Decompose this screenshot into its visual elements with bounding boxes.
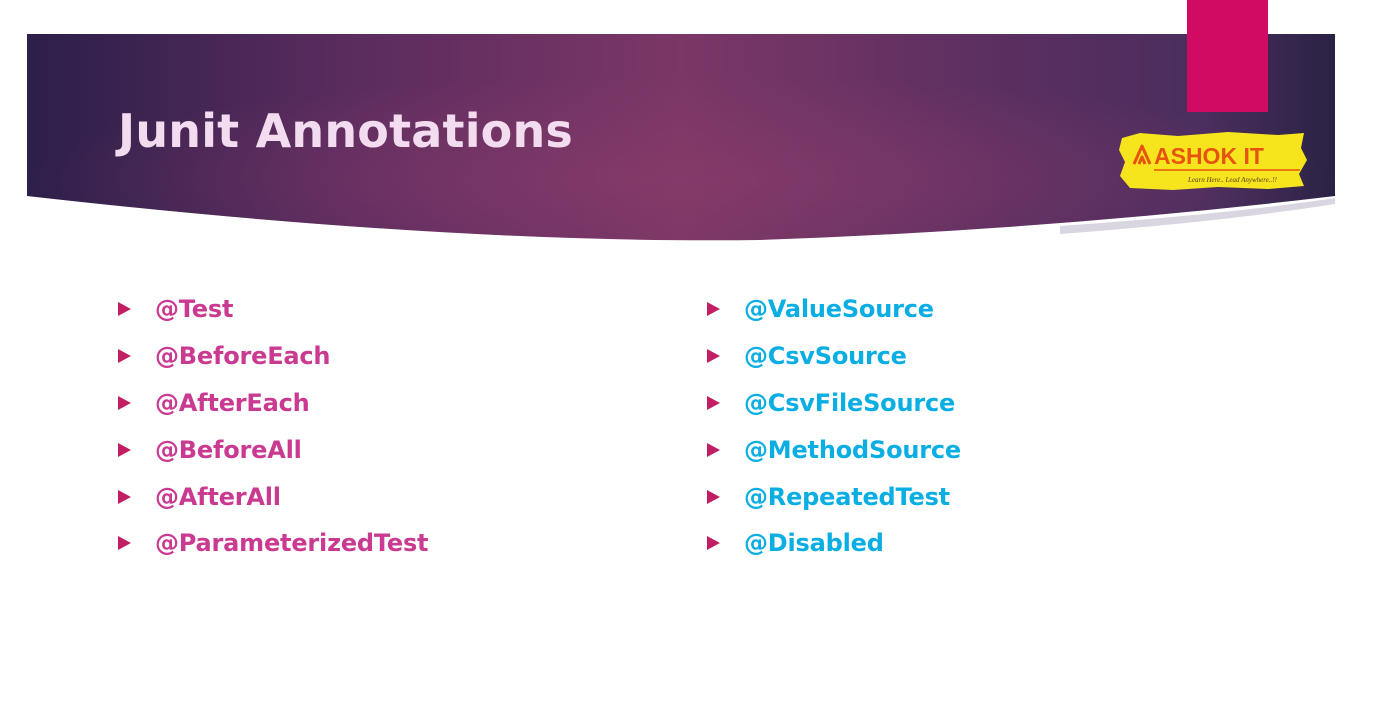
annotation-label: @ParameterizedTest	[155, 529, 429, 558]
bullet-arrow-icon	[118, 349, 131, 364]
bullet-arrow-icon	[707, 489, 720, 504]
ashok-it-logo: ASHOK IT Learn Here.. Lead Anywhere..!!	[1119, 132, 1307, 190]
bullet-arrow-icon	[118, 395, 131, 410]
list-item: @ValueSource	[707, 286, 961, 333]
svg-text:Learn Here.. Lead Anywhere..!!: Learn Here.. Lead Anywhere..!!	[1187, 176, 1278, 184]
bullet-arrow-icon	[707, 302, 720, 317]
list-item: @ParameterizedTest	[118, 520, 429, 567]
annotation-label: @BeforeAll	[155, 435, 302, 464]
bullet-arrow-icon	[707, 395, 720, 410]
bullet-arrow-icon	[707, 536, 720, 551]
list-item: @BeforeEach	[118, 333, 428, 380]
list-item: @RepeatedTest	[707, 473, 961, 520]
right-annotation-list: @ValueSource @CsvSource @CsvFileSource @…	[707, 286, 961, 567]
list-item: @Test	[118, 286, 428, 333]
list-item: @AfterEach	[118, 380, 428, 427]
bullet-arrow-icon	[118, 489, 131, 504]
bullet-arrow-icon	[707, 442, 720, 457]
bullet-arrow-icon	[118, 302, 131, 317]
annotation-label: @Test	[155, 295, 234, 324]
slide: Junit Annotations ASHOK IT Learn Here.. …	[0, 0, 1381, 721]
annotation-label: @CsvSource	[744, 342, 907, 371]
annotation-label: @RepeatedTest	[744, 482, 950, 511]
annotation-label: @AfterAll	[155, 482, 281, 511]
annotation-label: @CsvFileSource	[744, 388, 956, 417]
annotation-label: @MethodSource	[744, 435, 961, 464]
svg-text:ASHOK IT: ASHOK IT	[1154, 143, 1264, 169]
accent-bar	[1187, 0, 1268, 112]
list-item: @Disabled	[707, 520, 961, 567]
annotation-label: @AfterEach	[155, 388, 310, 417]
annotation-label: @BeforeEach	[155, 342, 331, 371]
list-item: @CsvSource	[707, 333, 961, 380]
list-item: @CsvFileSource	[707, 380, 961, 427]
bullet-arrow-icon	[118, 536, 131, 551]
bullet-arrow-icon	[707, 349, 720, 364]
left-annotation-list: @Test @BeforeEach @AfterEach @BeforeAll …	[118, 286, 429, 567]
bullet-arrow-icon	[118, 442, 131, 457]
list-item: @MethodSource	[707, 426, 961, 473]
list-item: @AfterAll	[118, 473, 428, 520]
slide-title: Junit Annotations	[118, 104, 573, 158]
annotation-label: @ValueSource	[744, 295, 934, 324]
annotation-label: @Disabled	[744, 529, 884, 558]
list-item: @BeforeAll	[118, 426, 428, 473]
